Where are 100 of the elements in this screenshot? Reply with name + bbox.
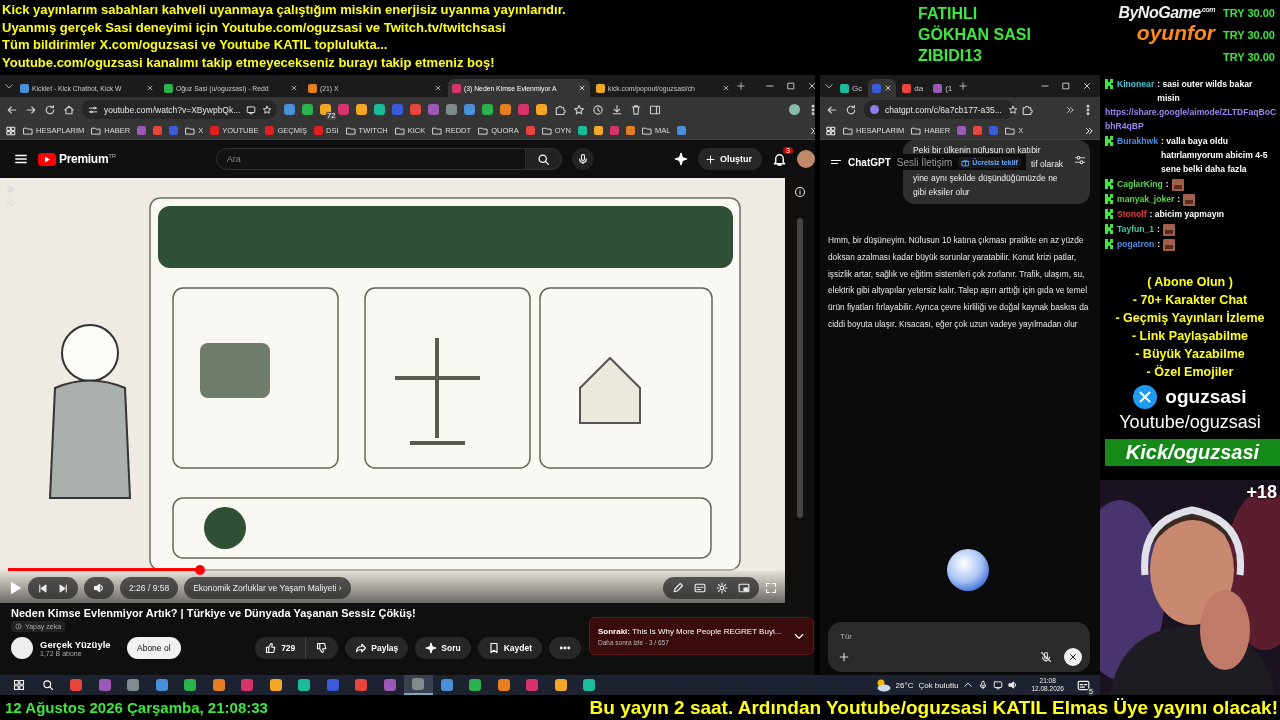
chevron-up-icon[interactable] bbox=[963, 680, 974, 690]
avatar-icon[interactable] bbox=[797, 150, 815, 168]
apps-icon[interactable] bbox=[6, 125, 16, 136]
plus-icon[interactable] bbox=[838, 651, 850, 664]
extension-icon[interactable] bbox=[536, 104, 547, 115]
more-bookmarks-icon[interactable] bbox=[1084, 125, 1094, 136]
close-icon[interactable] bbox=[722, 84, 730, 92]
chapter-button[interactable]: Ekonomik Zorluklar ve Yaşam Maliyeti › bbox=[184, 577, 351, 599]
settings-icon[interactable] bbox=[716, 582, 728, 594]
channel-name[interactable]: Gerçek Yüzüyle bbox=[40, 639, 120, 650]
bookmark[interactable] bbox=[957, 126, 967, 135]
voice-search-button[interactable] bbox=[571, 148, 594, 170]
panel-icon[interactable] bbox=[649, 103, 661, 116]
composer-field[interactable]: Tür bbox=[828, 621, 1090, 672]
menu-icon[interactable] bbox=[14, 152, 28, 166]
dislike-button[interactable] bbox=[306, 637, 339, 659]
reload-icon[interactable] bbox=[845, 103, 857, 116]
extension-icon[interactable] bbox=[518, 104, 529, 115]
info-icon[interactable] bbox=[794, 186, 806, 198]
maximize-icon[interactable] bbox=[1061, 81, 1071, 91]
chat-username[interactable]: CaglarKing bbox=[1117, 177, 1163, 191]
extension-icon[interactable] bbox=[464, 104, 475, 115]
bookmark[interactable] bbox=[137, 126, 147, 135]
history-icon[interactable] bbox=[592, 103, 604, 116]
bookmark[interactable] bbox=[577, 126, 587, 135]
volume-icon[interactable] bbox=[93, 582, 105, 594]
create-button[interactable]: Oluştur bbox=[698, 148, 762, 170]
bell-icon[interactable] bbox=[772, 151, 787, 167]
close-icon[interactable] bbox=[290, 84, 298, 92]
star-icon[interactable] bbox=[573, 103, 585, 116]
mic-icon[interactable] bbox=[978, 680, 989, 690]
previous-icon[interactable] bbox=[37, 582, 48, 594]
youtube-premium-logo[interactable]: Premium$^{TR}$ bbox=[38, 152, 116, 166]
close-icon[interactable] bbox=[807, 81, 815, 91]
extension-icon[interactable] bbox=[338, 104, 349, 115]
extension-icon[interactable] bbox=[428, 104, 439, 115]
search-field[interactable]: Ara bbox=[215, 148, 526, 170]
cast-icon[interactable] bbox=[246, 104, 257, 115]
progress-handle[interactable] bbox=[195, 564, 206, 575]
trash-icon[interactable] bbox=[630, 103, 642, 116]
notification-icon[interactable] bbox=[1077, 678, 1090, 692]
close-icon[interactable] bbox=[434, 84, 442, 92]
browser-tab[interactable]: da bbox=[898, 79, 928, 97]
app-icon[interactable] bbox=[404, 675, 433, 695]
extension-icon[interactable] bbox=[482, 104, 493, 115]
play-icon[interactable] bbox=[8, 581, 22, 595]
ask-button[interactable]: Soru bbox=[415, 637, 471, 659]
close-icon[interactable] bbox=[884, 84, 893, 92]
extension-icon[interactable] bbox=[356, 104, 367, 115]
close-icon[interactable] bbox=[146, 84, 154, 92]
extension-icon[interactable] bbox=[374, 104, 385, 115]
next-icon[interactable] bbox=[58, 582, 69, 594]
back-icon[interactable] bbox=[826, 103, 838, 116]
close-icon[interactable] bbox=[1082, 81, 1092, 91]
chat-username[interactable]: Burakhwk bbox=[1117, 134, 1159, 148]
new-tab-icon[interactable] bbox=[736, 81, 746, 91]
new-tab-icon[interactable] bbox=[958, 81, 969, 91]
cast-icon[interactable] bbox=[993, 680, 1004, 690]
volume-icon[interactable] bbox=[1008, 680, 1019, 690]
subscribe-button[interactable]: Abone ol bbox=[127, 637, 181, 659]
extensions-icon[interactable] bbox=[1021, 103, 1033, 116]
address-bar[interactable]: youtube.com/watch?v=XBywpbQk... bbox=[82, 100, 277, 119]
extension-icon[interactable] bbox=[500, 104, 511, 115]
search-icon[interactable] bbox=[41, 679, 54, 691]
chat-username[interactable]: Kinonear bbox=[1117, 77, 1155, 91]
chat-username[interactable]: Tayfun_1 bbox=[1117, 222, 1155, 236]
extension-icon[interactable] bbox=[410, 104, 421, 115]
browser-tab[interactable]: (1 bbox=[929, 79, 957, 97]
star-icon[interactable] bbox=[1007, 104, 1018, 115]
forward-icon[interactable] bbox=[25, 103, 37, 116]
miniplayer-icon[interactable] bbox=[738, 582, 750, 594]
extension-icon[interactable] bbox=[302, 104, 313, 115]
bookmark[interactable] bbox=[153, 126, 163, 135]
bookmark[interactable] bbox=[677, 126, 687, 135]
tune-icon[interactable] bbox=[88, 104, 98, 115]
save-button[interactable]: Kaydet bbox=[477, 637, 542, 659]
channel-avatar-icon[interactable] bbox=[11, 637, 33, 659]
sparkle-icon[interactable] bbox=[674, 152, 688, 166]
share-button[interactable]: Paylaş bbox=[345, 637, 409, 659]
extension-icon[interactable] bbox=[284, 104, 295, 115]
chat-username[interactable]: pogatron bbox=[1117, 237, 1155, 251]
bookmark[interactable] bbox=[593, 126, 603, 135]
back-icon[interactable] bbox=[6, 103, 18, 116]
address-bar[interactable]: chatgpt.com/c/6a7cb177-a35... bbox=[864, 100, 1014, 119]
extension-icon[interactable] bbox=[446, 104, 457, 115]
more-tabs-icon[interactable] bbox=[1065, 104, 1075, 115]
apps-icon[interactable] bbox=[826, 125, 836, 136]
download-icon[interactable] bbox=[611, 103, 623, 116]
chat-username[interactable]: manyak_joker bbox=[1117, 192, 1175, 206]
bookmark[interactable] bbox=[973, 126, 983, 135]
captions-icon[interactable] bbox=[694, 582, 706, 594]
search-button[interactable] bbox=[525, 148, 562, 170]
maximize-icon[interactable] bbox=[786, 81, 796, 91]
tab-search-icon[interactable] bbox=[4, 81, 14, 91]
profile-icon[interactable] bbox=[789, 104, 800, 115]
tab-search-icon[interactable] bbox=[824, 81, 834, 91]
settings-icon[interactable] bbox=[1074, 154, 1086, 166]
chat-link[interactable]: https://share.google/aimode/ZLTDFaqBoCbhR4qBP bbox=[1105, 105, 1277, 133]
close-button[interactable] bbox=[1064, 648, 1082, 667]
bookmark[interactable] bbox=[525, 126, 535, 135]
